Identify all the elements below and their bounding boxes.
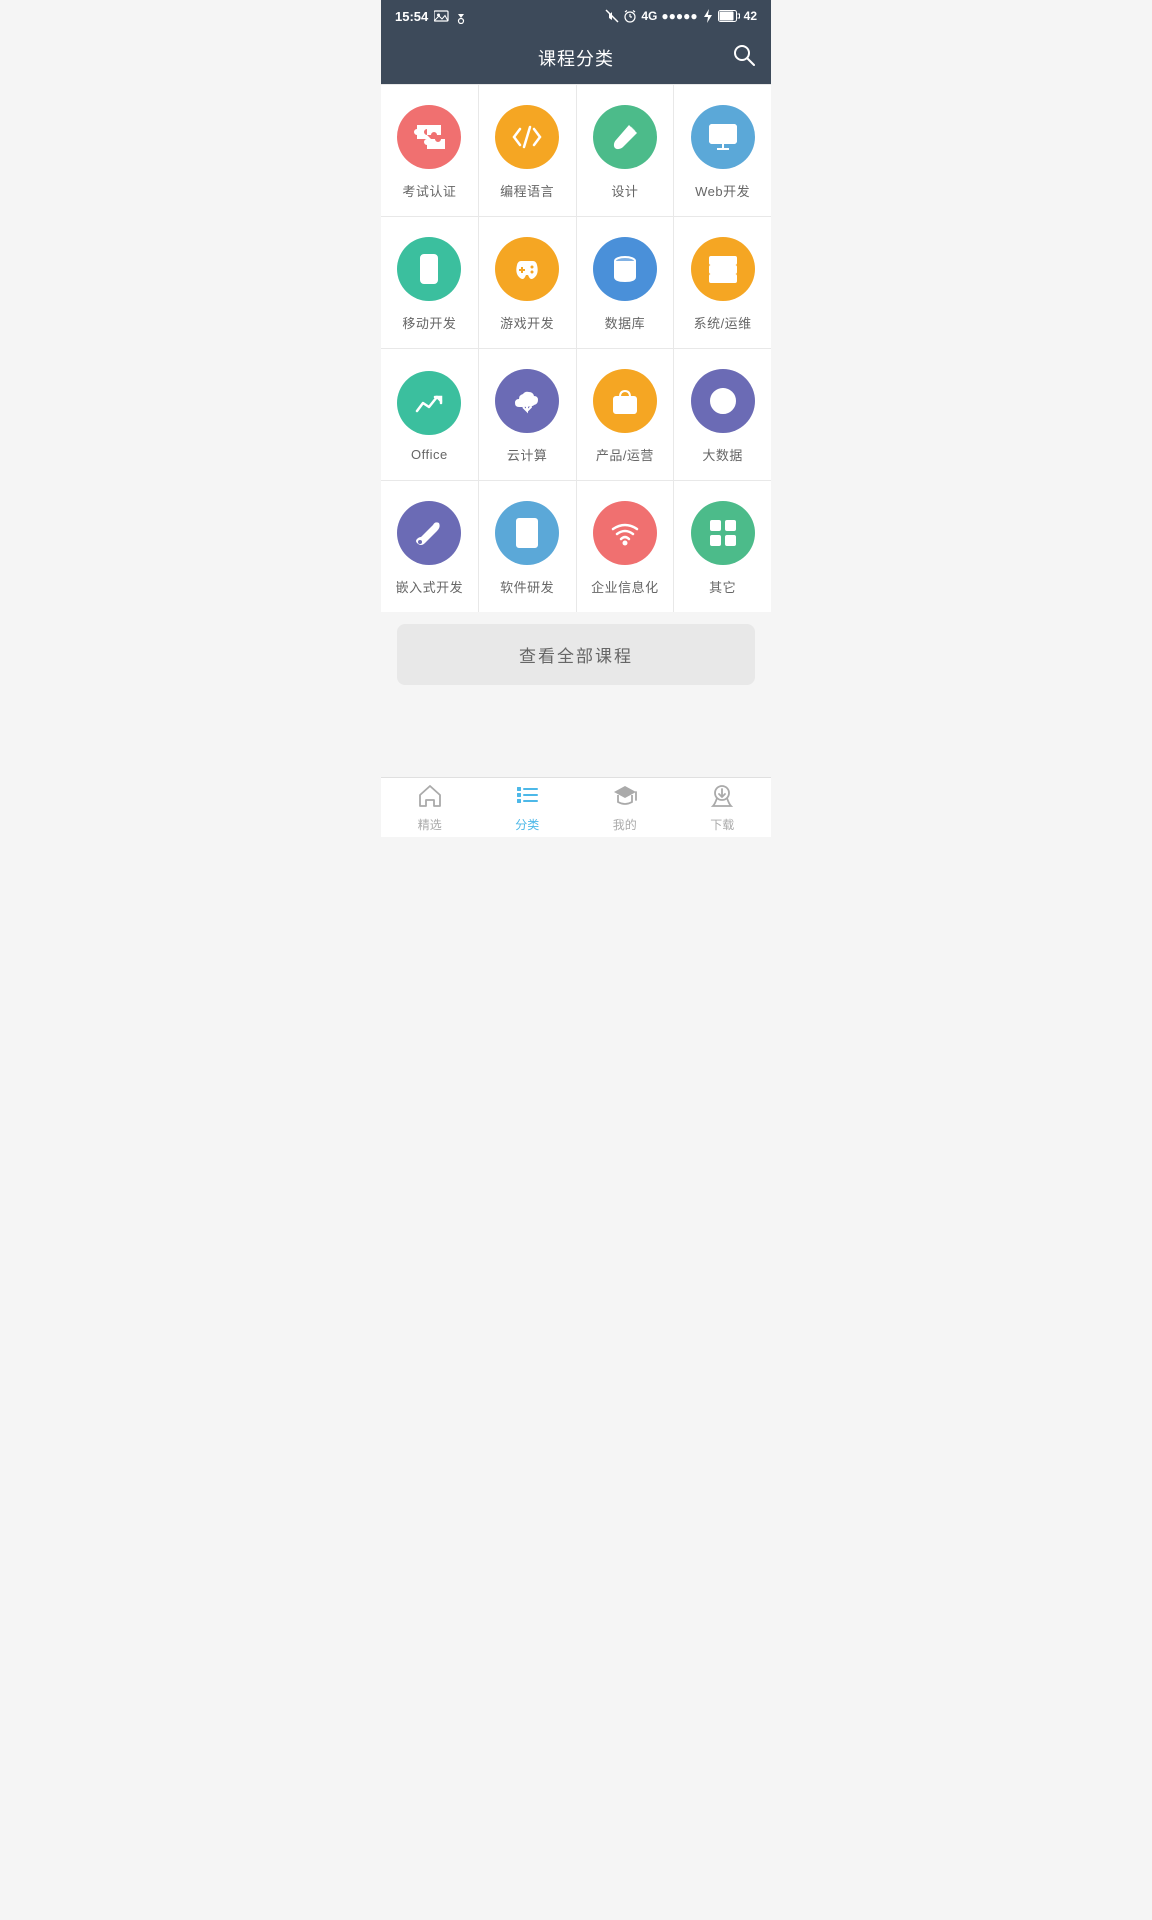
bottom-nav: 精选 分类 我的 下载 <box>381 777 771 837</box>
software-icon <box>495 501 559 565</box>
status-bar: 15:54 4G ●●●●● 42 <box>381 0 771 32</box>
category-item-other[interactable]: 其它 <box>674 481 771 612</box>
view-all-button[interactable]: 查看全部课程 <box>397 624 755 685</box>
category-item-programming[interactable]: 编程语言 <box>479 85 576 216</box>
software-label: 软件研发 <box>500 577 554 596</box>
programming-icon <box>495 105 559 169</box>
search-button[interactable] <box>733 44 755 72</box>
bigdata-label: 大数据 <box>702 445 743 464</box>
image-icon <box>434 10 450 22</box>
download-nav-label: 下载 <box>710 816 734 833</box>
category-item-cloud[interactable]: 云计算 <box>479 349 576 480</box>
category-item-design[interactable]: 设计 <box>577 85 674 216</box>
category-nav-icon <box>514 782 540 813</box>
category-item-sysops[interactable]: 系统/运维 <box>674 217 771 348</box>
category-item-embedded[interactable]: 嵌入式开发 <box>381 481 478 612</box>
category-item-exam[interactable]: 考试认证 <box>381 85 478 216</box>
search-icon <box>733 44 755 66</box>
cloud-icon <box>495 369 559 433</box>
status-left: 15:54 <box>395 8 466 24</box>
spacer <box>381 697 771 777</box>
mine-nav-label: 我的 <box>613 816 637 833</box>
exam-label: 考试认证 <box>402 181 456 200</box>
status-right: 4G ●●●●● 42 <box>605 9 757 23</box>
category-item-software[interactable]: 软件研发 <box>479 481 576 612</box>
battery-percent: 42 <box>744 9 757 23</box>
database-icon <box>593 237 657 301</box>
network-type: 4G <box>641 9 657 23</box>
signal-dots: ●●●●● <box>661 9 697 23</box>
nav-item-category[interactable]: 分类 <box>479 778 577 837</box>
embedded-icon <box>397 501 461 565</box>
nav-item-download[interactable]: 下载 <box>674 778 772 837</box>
category-nav-label: 分类 <box>515 816 539 833</box>
category-item-mobile[interactable]: 移动开发 <box>381 217 478 348</box>
home-nav-label: 精选 <box>418 816 442 833</box>
time: 15:54 <box>395 9 428 24</box>
category-item-web[interactable]: Web开发 <box>674 85 771 216</box>
web-label: Web开发 <box>695 181 750 200</box>
header: 课程分类 <box>381 32 771 84</box>
mobile-label: 移动开发 <box>402 313 456 332</box>
nav-item-mine[interactable]: 我的 <box>576 778 674 837</box>
design-label: 设计 <box>611 181 638 200</box>
category-item-database[interactable]: 数据库 <box>577 217 674 348</box>
other-label: 其它 <box>709 577 736 596</box>
programming-label: 编程语言 <box>500 181 554 200</box>
category-item-bigdata[interactable]: 大数据 <box>674 349 771 480</box>
office-label: Office <box>411 447 448 462</box>
nav-item-home[interactable]: 精选 <box>381 778 479 837</box>
other-icon <box>691 501 755 565</box>
category-item-office[interactable]: Office <box>381 349 478 480</box>
home-nav-icon <box>417 782 443 813</box>
exam-icon <box>397 105 461 169</box>
game-icon <box>495 237 559 301</box>
lightning-icon <box>702 9 714 23</box>
category-grid: 考试认证 编程语言 设计 Web开发移动开发 游戏开发 数据库 系统/运维 Office 云计算… <box>381 84 771 612</box>
product-icon <box>593 369 657 433</box>
usb-icon <box>456 8 466 24</box>
category-item-enterprise[interactable]: 企业信息化 <box>577 481 674 612</box>
bigdata-icon <box>691 369 755 433</box>
category-item-game[interactable]: 游戏开发 <box>479 217 576 348</box>
battery-icon <box>718 10 740 22</box>
web-icon <box>691 105 755 169</box>
embedded-label: 嵌入式开发 <box>396 577 464 596</box>
database-label: 数据库 <box>605 313 646 332</box>
enterprise-label: 企业信息化 <box>591 577 659 596</box>
sysops-icon <box>691 237 755 301</box>
enterprise-icon <box>593 501 657 565</box>
design-icon <box>593 105 657 169</box>
category-item-product[interactable]: 产品/运营 <box>577 349 674 480</box>
sysops-label: 系统/运维 <box>694 313 752 332</box>
header-title: 课程分类 <box>538 45 614 71</box>
product-label: 产品/运营 <box>596 445 654 464</box>
cloud-label: 云计算 <box>507 445 548 464</box>
download-nav-icon <box>709 782 735 813</box>
mobile-icon <box>397 237 461 301</box>
game-label: 游戏开发 <box>500 313 554 332</box>
mute-icon <box>605 9 619 23</box>
mine-nav-icon <box>612 782 638 813</box>
alarm-icon <box>623 9 637 23</box>
office-icon <box>397 371 461 435</box>
